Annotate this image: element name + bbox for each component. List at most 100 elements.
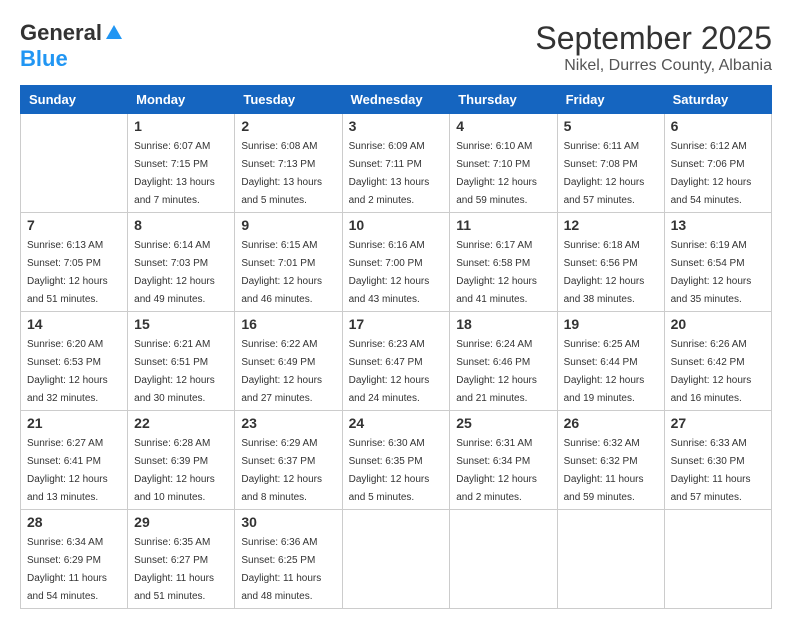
day-number: 28	[27, 514, 121, 530]
day-number: 20	[671, 316, 765, 332]
calendar-cell: 4 Sunrise: 6:10 AMSunset: 7:10 PMDayligh…	[450, 114, 557, 213]
day-info: Sunrise: 6:15 AMSunset: 7:01 PMDaylight:…	[241, 240, 322, 305]
day-number: 14	[27, 316, 121, 332]
calendar-week-row: 1 Sunrise: 6:07 AMSunset: 7:15 PMDayligh…	[21, 114, 772, 213]
calendar-cell: 10 Sunrise: 6:16 AMSunset: 7:00 PMDaylig…	[342, 213, 450, 312]
day-number: 25	[456, 415, 550, 431]
day-number: 4	[456, 118, 550, 134]
calendar-cell	[664, 510, 771, 609]
calendar-cell: 23 Sunrise: 6:29 AMSunset: 6:37 PMDaylig…	[235, 411, 342, 510]
day-info: Sunrise: 6:20 AMSunset: 6:53 PMDaylight:…	[27, 339, 108, 404]
day-number: 8	[134, 217, 228, 233]
day-info: Sunrise: 6:14 AMSunset: 7:03 PMDaylight:…	[134, 240, 215, 305]
calendar-cell: 29 Sunrise: 6:35 AMSunset: 6:27 PMDaylig…	[128, 510, 235, 609]
calendar-cell	[450, 510, 557, 609]
title-section: September 2025 Nikel, Durres County, Alb…	[535, 20, 772, 75]
day-number: 16	[241, 316, 335, 332]
column-header-tuesday: Tuesday	[235, 86, 342, 114]
logo: General Blue	[20, 20, 124, 72]
column-header-monday: Monday	[128, 86, 235, 114]
day-info: Sunrise: 6:07 AMSunset: 7:15 PMDaylight:…	[134, 141, 215, 206]
day-info: Sunrise: 6:34 AMSunset: 6:29 PMDaylight:…	[27, 537, 107, 602]
calendar-cell: 8 Sunrise: 6:14 AMSunset: 7:03 PMDayligh…	[128, 213, 235, 312]
calendar-cell: 25 Sunrise: 6:31 AMSunset: 6:34 PMDaylig…	[450, 411, 557, 510]
location-subtitle: Nikel, Durres County, Albania	[535, 57, 772, 75]
day-info: Sunrise: 6:31 AMSunset: 6:34 PMDaylight:…	[456, 438, 537, 503]
day-info: Sunrise: 6:28 AMSunset: 6:39 PMDaylight:…	[134, 438, 215, 503]
calendar-cell: 20 Sunrise: 6:26 AMSunset: 6:42 PMDaylig…	[664, 312, 771, 411]
day-info: Sunrise: 6:36 AMSunset: 6:25 PMDaylight:…	[241, 537, 321, 602]
day-number: 30	[241, 514, 335, 530]
day-number: 1	[134, 118, 228, 134]
calendar-cell: 17 Sunrise: 6:23 AMSunset: 6:47 PMDaylig…	[342, 312, 450, 411]
day-info: Sunrise: 6:22 AMSunset: 6:49 PMDaylight:…	[241, 339, 322, 404]
day-number: 7	[27, 217, 121, 233]
calendar-table: SundayMondayTuesdayWednesdayThursdayFrid…	[20, 85, 772, 609]
calendar-cell: 22 Sunrise: 6:28 AMSunset: 6:39 PMDaylig…	[128, 411, 235, 510]
day-number: 22	[134, 415, 228, 431]
page-header: General Blue September 2025 Nikel, Durre…	[20, 20, 772, 75]
day-info: Sunrise: 6:30 AMSunset: 6:35 PMDaylight:…	[349, 438, 430, 503]
day-number: 23	[241, 415, 335, 431]
day-number: 13	[671, 217, 765, 233]
day-number: 10	[349, 217, 444, 233]
calendar-cell: 14 Sunrise: 6:20 AMSunset: 6:53 PMDaylig…	[21, 312, 128, 411]
day-info: Sunrise: 6:11 AMSunset: 7:08 PMDaylight:…	[564, 141, 645, 206]
calendar-cell: 24 Sunrise: 6:30 AMSunset: 6:35 PMDaylig…	[342, 411, 450, 510]
calendar-cell: 26 Sunrise: 6:32 AMSunset: 6:32 PMDaylig…	[557, 411, 664, 510]
day-info: Sunrise: 6:12 AMSunset: 7:06 PMDaylight:…	[671, 141, 752, 206]
calendar-cell: 30 Sunrise: 6:36 AMSunset: 6:25 PMDaylig…	[235, 510, 342, 609]
day-number: 18	[456, 316, 550, 332]
calendar-cell: 15 Sunrise: 6:21 AMSunset: 6:51 PMDaylig…	[128, 312, 235, 411]
calendar-cell: 28 Sunrise: 6:34 AMSunset: 6:29 PMDaylig…	[21, 510, 128, 609]
column-header-sunday: Sunday	[21, 86, 128, 114]
calendar-cell: 16 Sunrise: 6:22 AMSunset: 6:49 PMDaylig…	[235, 312, 342, 411]
day-number: 17	[349, 316, 444, 332]
logo-icon	[104, 23, 124, 43]
calendar-cell: 21 Sunrise: 6:27 AMSunset: 6:41 PMDaylig…	[21, 411, 128, 510]
column-header-wednesday: Wednesday	[342, 86, 450, 114]
day-number: 6	[671, 118, 765, 134]
calendar-week-row: 7 Sunrise: 6:13 AMSunset: 7:05 PMDayligh…	[21, 213, 772, 312]
day-number: 19	[564, 316, 658, 332]
calendar-cell: 12 Sunrise: 6:18 AMSunset: 6:56 PMDaylig…	[557, 213, 664, 312]
calendar-week-row: 28 Sunrise: 6:34 AMSunset: 6:29 PMDaylig…	[21, 510, 772, 609]
day-number: 5	[564, 118, 658, 134]
day-info: Sunrise: 6:19 AMSunset: 6:54 PMDaylight:…	[671, 240, 752, 305]
day-info: Sunrise: 6:25 AMSunset: 6:44 PMDaylight:…	[564, 339, 645, 404]
day-info: Sunrise: 6:27 AMSunset: 6:41 PMDaylight:…	[27, 438, 108, 503]
day-number: 29	[134, 514, 228, 530]
calendar-header-row: SundayMondayTuesdayWednesdayThursdayFrid…	[21, 86, 772, 114]
calendar-week-row: 21 Sunrise: 6:27 AMSunset: 6:41 PMDaylig…	[21, 411, 772, 510]
calendar-cell: 3 Sunrise: 6:09 AMSunset: 7:11 PMDayligh…	[342, 114, 450, 213]
column-header-thursday: Thursday	[450, 86, 557, 114]
day-number: 12	[564, 217, 658, 233]
calendar-cell	[342, 510, 450, 609]
calendar-cell	[557, 510, 664, 609]
calendar-cell: 1 Sunrise: 6:07 AMSunset: 7:15 PMDayligh…	[128, 114, 235, 213]
day-info: Sunrise: 6:29 AMSunset: 6:37 PMDaylight:…	[241, 438, 322, 503]
calendar-cell: 2 Sunrise: 6:08 AMSunset: 7:13 PMDayligh…	[235, 114, 342, 213]
calendar-cell: 27 Sunrise: 6:33 AMSunset: 6:30 PMDaylig…	[664, 411, 771, 510]
logo-general-text: General	[20, 20, 102, 46]
day-number: 15	[134, 316, 228, 332]
day-info: Sunrise: 6:21 AMSunset: 6:51 PMDaylight:…	[134, 339, 215, 404]
day-number: 27	[671, 415, 765, 431]
day-info: Sunrise: 6:18 AMSunset: 6:56 PMDaylight:…	[564, 240, 645, 305]
day-info: Sunrise: 6:24 AMSunset: 6:46 PMDaylight:…	[456, 339, 537, 404]
calendar-cell: 7 Sunrise: 6:13 AMSunset: 7:05 PMDayligh…	[21, 213, 128, 312]
day-info: Sunrise: 6:17 AMSunset: 6:58 PMDaylight:…	[456, 240, 537, 305]
month-year-title: September 2025	[535, 20, 772, 57]
day-info: Sunrise: 6:23 AMSunset: 6:47 PMDaylight:…	[349, 339, 430, 404]
day-info: Sunrise: 6:16 AMSunset: 7:00 PMDaylight:…	[349, 240, 430, 305]
day-info: Sunrise: 6:10 AMSunset: 7:10 PMDaylight:…	[456, 141, 537, 206]
calendar-cell	[21, 114, 128, 213]
calendar-cell: 19 Sunrise: 6:25 AMSunset: 6:44 PMDaylig…	[557, 312, 664, 411]
day-number: 2	[241, 118, 335, 134]
calendar-week-row: 14 Sunrise: 6:20 AMSunset: 6:53 PMDaylig…	[21, 312, 772, 411]
column-header-friday: Friday	[557, 86, 664, 114]
day-info: Sunrise: 6:35 AMSunset: 6:27 PMDaylight:…	[134, 537, 214, 602]
day-info: Sunrise: 6:13 AMSunset: 7:05 PMDaylight:…	[27, 240, 108, 305]
calendar-cell: 9 Sunrise: 6:15 AMSunset: 7:01 PMDayligh…	[235, 213, 342, 312]
calendar-cell: 11 Sunrise: 6:17 AMSunset: 6:58 PMDaylig…	[450, 213, 557, 312]
